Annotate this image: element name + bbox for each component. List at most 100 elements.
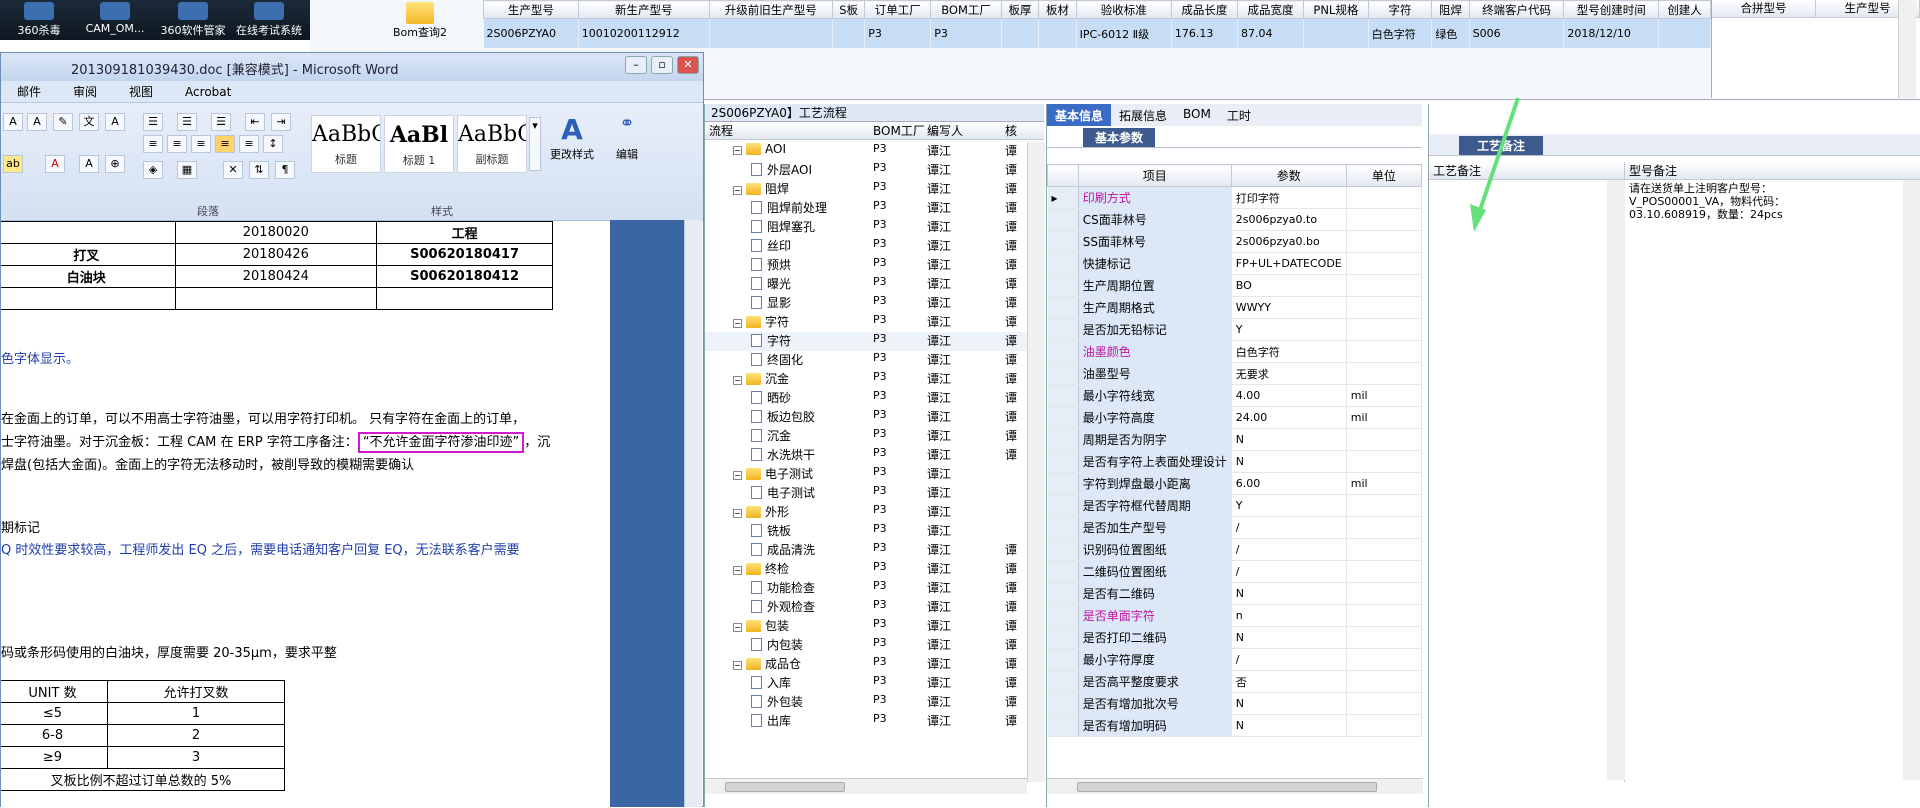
param-value[interactable]: FP+UL+DATECODE [1231, 252, 1347, 275]
align-right-icon[interactable]: ≡ [191, 135, 211, 153]
row-selector[interactable] [1047, 604, 1079, 627]
row-selector[interactable] [1047, 714, 1079, 737]
row-selector[interactable]: ▸ [1047, 186, 1079, 209]
param-value[interactable]: 2s006pzya0.bo [1231, 230, 1347, 253]
shading-icon[interactable]: ◈ [143, 161, 163, 179]
table-row[interactable]: 是否有增加明码 N [1047, 714, 1423, 737]
row-selector[interactable] [1047, 516, 1079, 539]
table-cell[interactable] [1658, 18, 1711, 48]
list-item[interactable]: 晒砂 P3 谭江 谭 [705, 389, 1035, 408]
table-cell[interactable]: 87.04 [1237, 18, 1305, 48]
param-value[interactable]: N [1231, 582, 1347, 605]
list-item[interactable]: − 终检 P3 谭江 谭 [705, 560, 1035, 579]
scroll-thumb[interactable] [1077, 782, 1377, 792]
desktop-icon-360manager[interactable]: 360软件管家 [154, 0, 232, 40]
list-item[interactable]: − 包装 P3 谭江 谭 [705, 617, 1035, 636]
list-item[interactable]: 阻焊塞孔 P3 谭江 谭 [705, 218, 1035, 237]
row-selector[interactable] [1047, 670, 1079, 693]
list-item[interactable]: 出库 P3 谭江 谭 [705, 712, 1035, 731]
list-item[interactable]: − 外形 P3 谭江 [705, 503, 1035, 522]
col-header[interactable]: 成品宽度 [1236, 0, 1305, 19]
param-value[interactable]: N [1231, 450, 1347, 473]
col-header[interactable]: 成品长度 [1170, 0, 1238, 19]
collapse-icon[interactable]: − [733, 186, 742, 195]
table-cell[interactable]: 2018/12/10 [1563, 18, 1660, 48]
table-row[interactable]: 最小字符厚度 / [1047, 648, 1423, 671]
justify-icon[interactable]: ≡ [215, 135, 235, 153]
right-scrollbar[interactable] [1898, 0, 1916, 98]
list-item[interactable]: 终固化 P3 谭江 谭 [705, 351, 1035, 370]
col-header[interactable]: 订单工厂 [864, 0, 932, 19]
row-selector[interactable] [1047, 626, 1079, 649]
list-item[interactable]: − 成品仓 P3 谭江 谭 [705, 655, 1035, 674]
chinese-layout-icon[interactable]: ✕ [223, 161, 243, 179]
tab-work-hours[interactable]: 工时 [1219, 104, 1259, 126]
table-row[interactable]: 是否有二维码 N [1047, 582, 1423, 605]
tab-mailings[interactable]: 邮件 [17, 83, 41, 100]
param-value[interactable]: N [1231, 714, 1347, 737]
styles-scroll[interactable]: ▾ [529, 117, 541, 171]
style-subtitle[interactable]: AaBbC 副标题 [457, 115, 527, 173]
row-selector[interactable] [1047, 494, 1079, 517]
close-button[interactable]: ✕ [677, 56, 699, 74]
tab-view[interactable]: 视图 [129, 83, 153, 100]
collapse-icon[interactable]: − [733, 471, 742, 480]
font-color-icon[interactable]: A [45, 155, 65, 173]
collapse-icon[interactable]: − [733, 623, 742, 632]
multilevel-list-icon[interactable]: ☰ [211, 113, 231, 131]
param-hscroll[interactable] [1047, 778, 1423, 794]
param-value[interactable]: 否 [1231, 670, 1347, 693]
param-value[interactable]: Y [1231, 318, 1347, 341]
font-shrink-icon[interactable]: A [27, 113, 47, 131]
col-header[interactable]: 板材 [1038, 0, 1077, 19]
row-selector[interactable] [1047, 318, 1079, 341]
row-selector[interactable] [1047, 208, 1079, 231]
desktop-icon-exam[interactable]: 在线考试系统 [230, 0, 308, 40]
col-header[interactable]: 参数 [1230, 164, 1347, 187]
row-selector[interactable] [1047, 230, 1079, 253]
row-selector[interactable] [1047, 450, 1079, 473]
note-vscroll[interactable] [1903, 180, 1920, 780]
char-shading-icon[interactable]: A [79, 155, 99, 173]
sort-icon[interactable]: ⇅ [249, 161, 269, 179]
table-cell[interactable]: S006 [1469, 18, 1565, 48]
table-row[interactable]: 是否有增加批次号 N [1047, 692, 1423, 715]
col-header[interactable]: 创建人 [1658, 0, 1711, 19]
row-selector[interactable] [1047, 340, 1079, 363]
decrease-indent-icon[interactable]: ⇤ [245, 113, 265, 131]
list-item[interactable]: 功能检查 P3 谭江 谭 [705, 579, 1035, 598]
col-header[interactable]: 编写人 [927, 122, 1005, 139]
table-cell[interactable]: IPC-6012 Ⅱ级 [1076, 18, 1172, 48]
tab-acrobat[interactable]: Acrobat [185, 85, 231, 99]
row-selector[interactable] [1047, 538, 1079, 561]
list-item[interactable]: 电子测试 P3 谭江 [705, 484, 1035, 503]
tab-basic-params[interactable]: 基本参数 [1083, 128, 1156, 147]
table-row[interactable]: CS面菲林号 2s006pzya0.to [1047, 208, 1423, 231]
table-cell[interactable]: 176.13 [1171, 18, 1238, 48]
col-header[interactable]: 字符 [1367, 0, 1433, 19]
tab-review[interactable]: 审阅 [73, 83, 97, 100]
change-styles-button[interactable]: A 更改样式 [547, 113, 597, 183]
param-value[interactable]: N [1231, 692, 1347, 715]
list-item[interactable]: 丝印 P3 谭江 谭 [705, 237, 1035, 256]
tab-basic-info[interactable]: 基本信息 [1047, 104, 1112, 126]
tab-bom[interactable]: BOM [1175, 104, 1219, 126]
table-cell[interactable]: 白色字符 [1368, 18, 1433, 48]
param-value[interactable]: 4.00 [1231, 384, 1347, 407]
table-row[interactable]: 是否字符框代替周期 Y [1047, 494, 1423, 517]
param-value[interactable]: WWYY [1231, 296, 1347, 319]
row-selector[interactable] [1047, 472, 1079, 495]
col-header[interactable]: 型号创建时间 [1563, 0, 1660, 19]
table-row[interactable]: 识别码位置图纸 / [1047, 538, 1423, 561]
col-header[interactable]: 项目 [1077, 164, 1232, 187]
desktop-icon-360av[interactable]: 360杀毒 [0, 0, 78, 40]
list-item[interactable]: 曝光 P3 谭江 谭 [705, 275, 1035, 294]
list-item[interactable]: − 字符 P3 谭江 谭 [705, 313, 1035, 332]
collapse-icon[interactable]: − [733, 661, 742, 670]
row-selector[interactable] [1047, 274, 1079, 297]
collapse-icon[interactable]: − [733, 566, 742, 575]
font-grow-icon[interactable]: A [3, 113, 23, 131]
list-item[interactable]: − 电子测试 P3 谭江 [705, 465, 1035, 484]
col-header[interactable]: 核 [1005, 122, 1035, 139]
param-value[interactable]: 2s006pzya0.to [1231, 208, 1347, 231]
